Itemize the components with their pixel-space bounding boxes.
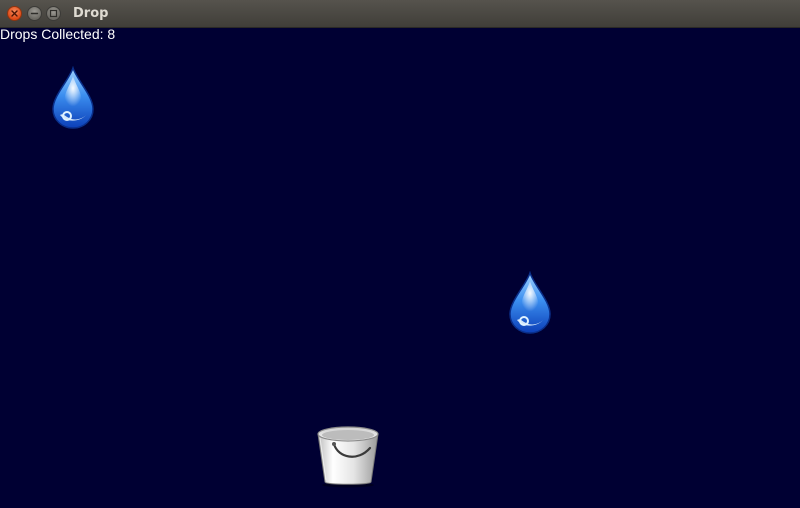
score-label: Drops Collected: 8 (0, 26, 116, 42)
close-button[interactable] (7, 6, 22, 21)
game-canvas[interactable]: Drops Collected: 8 (0, 26, 800, 508)
minimize-icon (30, 12, 39, 15)
raindrop-icon (52, 66, 94, 129)
raindrop-icon (509, 271, 551, 334)
window-title: Drop (73, 6, 109, 21)
title-bar[interactable]: Drop (0, 0, 800, 28)
bucket-icon (317, 426, 379, 488)
close-icon (11, 10, 18, 17)
minimize-button[interactable] (27, 6, 42, 21)
game-window: Drop Drops Collected: 8 (0, 0, 800, 508)
maximize-icon (49, 9, 58, 18)
maximize-button[interactable] (46, 6, 61, 21)
